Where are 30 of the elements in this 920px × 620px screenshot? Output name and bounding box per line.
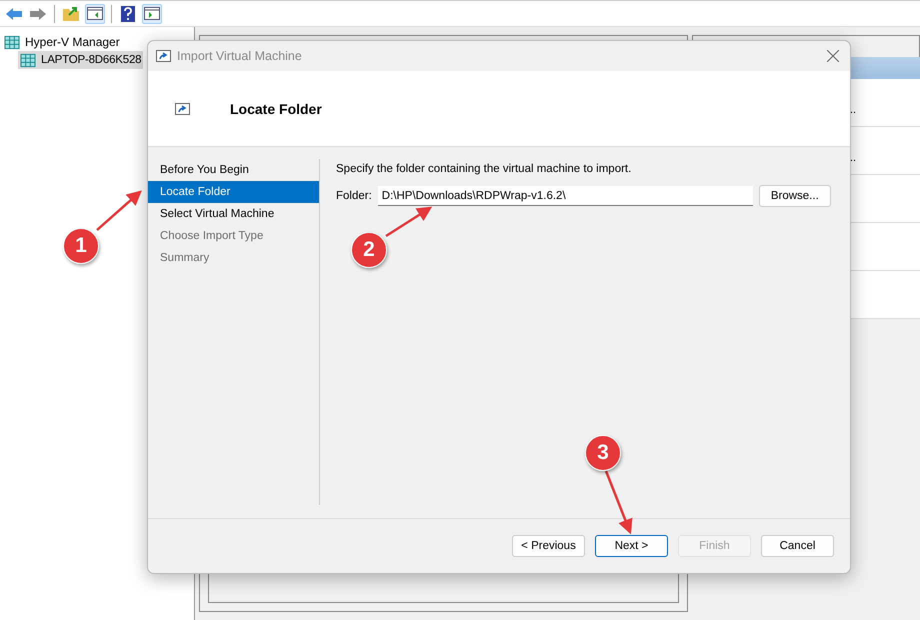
folder-icon[interactable] bbox=[63, 6, 79, 21]
arrow bbox=[604, 470, 632, 534]
arrow bbox=[96, 190, 142, 231]
import-icon bbox=[156, 50, 171, 62]
wizard-button[interactable]: Cancel bbox=[761, 535, 834, 557]
back-icon[interactable] bbox=[6, 8, 22, 20]
panel-icon[interactable] bbox=[144, 7, 160, 20]
action-item[interactable]: .. bbox=[850, 152, 856, 164]
field-label: Folder: bbox=[336, 190, 372, 202]
arrow bbox=[385, 206, 432, 238]
server-icon bbox=[20, 52, 36, 68]
wizard-step[interactable]: Select Virtual Machine bbox=[148, 203, 319, 225]
wizard-button[interactable]: Next > bbox=[595, 535, 668, 557]
server-icon bbox=[4, 34, 20, 50]
import-icon bbox=[175, 102, 190, 114]
instruction-text: Specify the folder containing the virtual machine to import. bbox=[336, 163, 632, 175]
help-icon[interactable] bbox=[121, 6, 135, 22]
forward-icon[interactable] bbox=[30, 8, 46, 20]
wizard-step[interactable]: Before You Begin bbox=[148, 159, 319, 181]
wizard-step[interactable]: Locate Folder bbox=[148, 181, 319, 203]
browse-button[interactable]: Browse... bbox=[758, 185, 831, 207]
close-button[interactable] bbox=[824, 47, 842, 65]
wizard-button[interactable]: < Previous bbox=[512, 535, 585, 557]
tree-item[interactable]: LAPTOP-8D66K528 bbox=[18, 51, 144, 69]
tree-item[interactable]: Hyper-V Manager bbox=[25, 35, 120, 49]
page-heading: Locate Folder bbox=[230, 100, 322, 116]
folder-field[interactable]: D:\HP\Downloads\RDPWrap-v1.6.2\ bbox=[378, 186, 753, 206]
panel-icon[interactable] bbox=[87, 7, 103, 20]
action-item[interactable]: .. bbox=[850, 104, 856, 116]
window-title: Import Virtual Machine bbox=[177, 49, 303, 63]
